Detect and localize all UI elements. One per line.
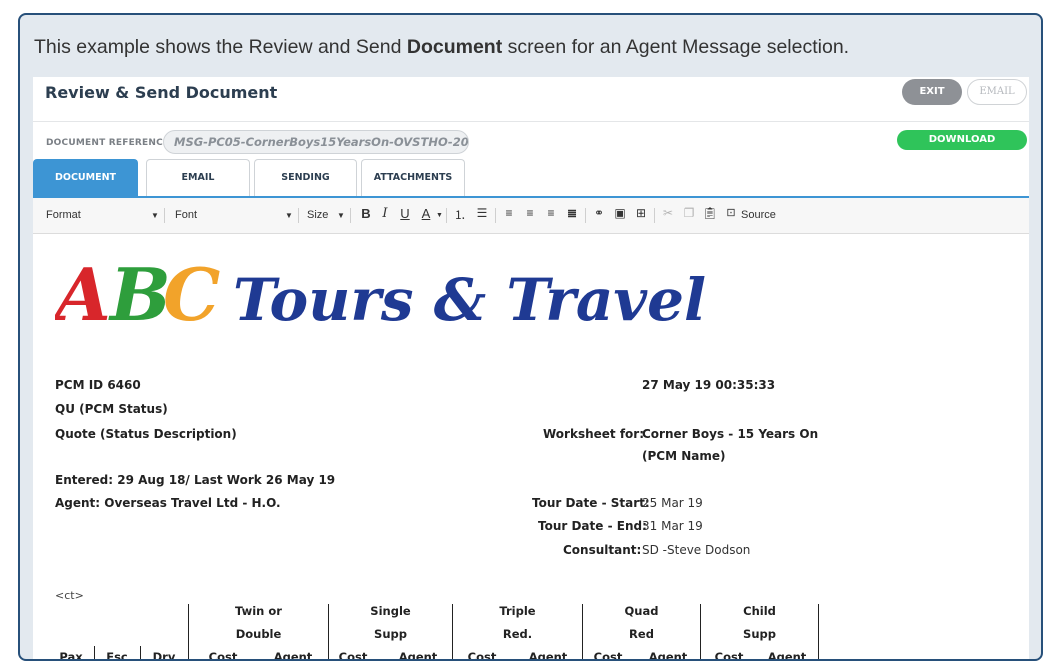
logo-letter-c: C bbox=[163, 252, 220, 337]
paste-icon[interactable]: 📋︎ bbox=[701, 206, 719, 220]
format-chevron-icon[interactable]: ▼ bbox=[151, 211, 159, 220]
column-header: Cost bbox=[714, 650, 744, 661]
example-panel: This example shows the Review and Send D… bbox=[18, 13, 1043, 661]
tab-attachments[interactable]: ATTACHMENTS bbox=[361, 159, 465, 196]
column-header: Pax bbox=[59, 650, 83, 661]
group-header: Single bbox=[370, 604, 411, 618]
toolbar-separator bbox=[350, 208, 351, 223]
exit-button[interactable]: EXIT bbox=[902, 79, 962, 105]
document-editor[interactable]: A B C Tours & Travel PCM ID 6460 27 May … bbox=[33, 234, 1029, 661]
column-header: Agent bbox=[648, 650, 688, 661]
toolbar-separator bbox=[298, 208, 299, 223]
size-chevron-icon[interactable]: ▼ bbox=[337, 211, 345, 220]
group-header: Child bbox=[743, 604, 776, 618]
worksheet-pcm-name: (PCM Name) bbox=[642, 449, 726, 463]
column-header: Cost bbox=[208, 650, 238, 661]
worksheet-value: Corner Boys - 15 Years On bbox=[642, 427, 819, 441]
group-header: Red. bbox=[502, 627, 533, 641]
group-header: Quad bbox=[624, 604, 659, 618]
column-header: Cost bbox=[467, 650, 497, 661]
ct-placeholder: <ct> bbox=[55, 589, 84, 602]
agent-line: Agent: Overseas Travel Ltd - H.O. bbox=[55, 496, 281, 510]
tab-sending[interactable]: SENDING bbox=[254, 159, 357, 196]
italic-icon[interactable]: I bbox=[377, 206, 393, 221]
worksheet-label: Worksheet for: bbox=[543, 427, 645, 441]
align-left-icon[interactable]: ≡ bbox=[500, 206, 518, 220]
document-reference-field[interactable]: MSG-PC05-CornerBoys15YearsOn-OVSTHO-2019… bbox=[163, 130, 469, 154]
align-justify-icon[interactable]: ≣ bbox=[563, 206, 581, 220]
caption: This example shows the Review and Send D… bbox=[34, 36, 850, 58]
group-header: Double bbox=[235, 627, 282, 641]
table-icon[interactable]: ⊞ bbox=[632, 206, 650, 220]
group-header: Supp bbox=[743, 627, 776, 641]
entered-line: Entered: 29 Aug 18/ Last Work 26 May 19 bbox=[55, 473, 336, 487]
abc-tours-logo: A B C Tours & Travel bbox=[55, 252, 706, 337]
align-center-icon[interactable]: ≡ bbox=[521, 206, 539, 220]
pcm-status: QU (PCM Status) bbox=[55, 402, 168, 416]
toolbar-separator bbox=[585, 208, 586, 223]
column-header: Agent bbox=[273, 650, 313, 661]
download-button[interactable]: DOWNLOAD bbox=[897, 130, 1027, 150]
link-icon[interactable]: ⚭ bbox=[590, 206, 608, 220]
format-dropdown[interactable]: Format bbox=[46, 209, 81, 221]
column-header: Agent bbox=[767, 650, 807, 661]
column-header: Cost bbox=[593, 650, 623, 661]
status-description: Quote (Status Description) bbox=[55, 427, 237, 441]
group-header: Red bbox=[629, 627, 654, 641]
column-header: Drv bbox=[152, 650, 176, 661]
pcm-id: PCM ID 6460 bbox=[55, 378, 141, 392]
page-title: Review & Send Document bbox=[45, 83, 278, 102]
review-send-window: Review & Send Document EXIT EMAIL DOCUME… bbox=[33, 77, 1029, 661]
editor-toolbar: Format ▼ Font ▼ Size ▼ B I U A ▼ ⒈ ☰ ≡ ≡… bbox=[33, 198, 1029, 234]
numbered-list-icon[interactable]: ⒈ bbox=[451, 206, 469, 223]
group-header: Supp bbox=[374, 627, 407, 641]
column-header: Agent bbox=[528, 650, 568, 661]
align-right-icon[interactable]: ≡ bbox=[542, 206, 560, 220]
tab-document[interactable]: DOCUMENT bbox=[33, 159, 138, 196]
column-header: Agent bbox=[398, 650, 438, 661]
header-divider bbox=[33, 121, 1029, 122]
logo-tours-travel: Tours & Travel bbox=[233, 266, 706, 334]
table-divider bbox=[94, 646, 95, 659]
text-color-chevron-icon[interactable]: ▼ bbox=[436, 212, 443, 219]
logo-letter-a: A bbox=[55, 252, 111, 337]
column-header: Cost bbox=[338, 650, 368, 661]
header: Review & Send Document EXIT EMAIL bbox=[33, 77, 1029, 125]
document-reference-label: DOCUMENT REFERENCE bbox=[46, 138, 170, 148]
image-icon[interactable]: ▣ bbox=[611, 206, 629, 220]
email-button[interactable]: EMAIL bbox=[967, 79, 1027, 105]
toolbar-separator bbox=[164, 208, 165, 223]
font-chevron-icon[interactable]: ▼ bbox=[285, 211, 293, 220]
bold-icon[interactable]: B bbox=[358, 206, 374, 221]
table-divider bbox=[818, 604, 819, 659]
text-color-icon[interactable]: A bbox=[417, 206, 435, 221]
logo-letter-b: B bbox=[108, 252, 171, 337]
column-header: Esc bbox=[106, 650, 128, 661]
toolbar-separator bbox=[446, 208, 447, 223]
group-header: Twin or bbox=[235, 604, 282, 618]
toolbar-separator bbox=[654, 208, 655, 223]
table-divider bbox=[140, 646, 141, 659]
bulleted-list-icon[interactable]: ☰ bbox=[473, 206, 491, 220]
tour-end-value: 31 Mar 19 bbox=[642, 519, 703, 533]
copy-icon[interactable]: ❐ bbox=[680, 206, 698, 220]
underline-icon[interactable]: U bbox=[397, 206, 413, 221]
tour-start-value: 25 Mar 19 bbox=[642, 496, 703, 510]
toolbar-separator bbox=[495, 208, 496, 223]
group-header: Triple bbox=[499, 604, 536, 618]
source-button[interactable]: Source bbox=[741, 209, 776, 221]
tour-end-label: Tour Date - End: bbox=[538, 519, 647, 533]
source-icon[interactable]: ⊡ bbox=[723, 206, 739, 219]
tab-email[interactable]: EMAIL bbox=[146, 159, 250, 196]
tour-start-label: Tour Date - Start: bbox=[532, 496, 650, 510]
cut-icon[interactable]: ✂ bbox=[659, 206, 677, 220]
consultant-label: Consultant: bbox=[563, 543, 642, 557]
consultant-value: SD -Steve Dodson bbox=[642, 543, 751, 557]
font-dropdown[interactable]: Font bbox=[175, 209, 197, 221]
document-datetime: 27 May 19 00:35:33 bbox=[642, 378, 776, 392]
size-dropdown[interactable]: Size bbox=[307, 209, 328, 221]
